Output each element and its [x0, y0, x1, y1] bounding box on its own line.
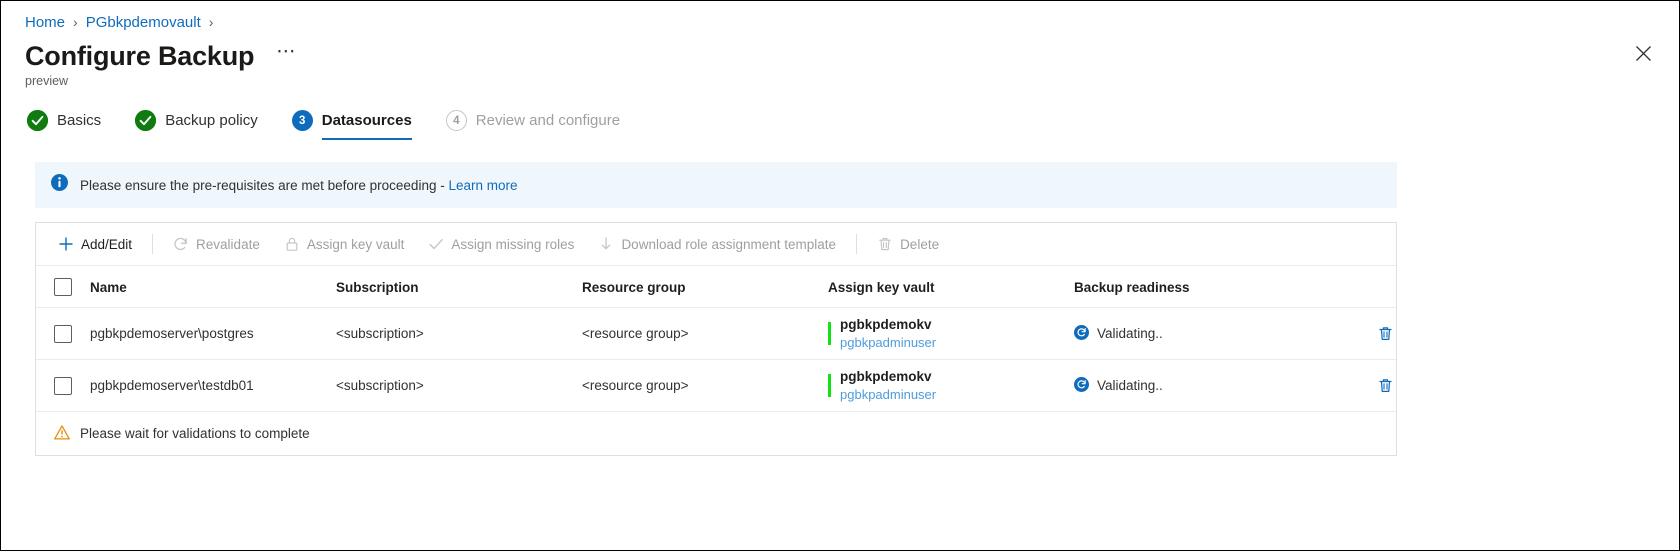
- add-edit-label: Add/Edit: [81, 236, 133, 252]
- key-vault-name: pgbkpdemokv: [840, 316, 932, 332]
- column-header-actions: [1324, 266, 1396, 308]
- validation-warning: Please wait for validations to complete: [36, 412, 1396, 455]
- sync-icon: [1074, 324, 1089, 343]
- cell-subscription: <subscription>: [336, 307, 582, 360]
- cell-assign-key-vault: pgbkpdemokv pgbkpadminuser: [828, 359, 1074, 412]
- column-header-resource-group[interactable]: Resource group: [582, 266, 828, 308]
- check-circle-icon: [27, 110, 48, 131]
- readiness-label: Validating..: [1097, 326, 1163, 341]
- add-edit-button[interactable]: Add/Edit: [46, 228, 144, 260]
- title-row: Configure Backup ⋯: [1, 33, 1679, 73]
- key-vault-status-accent: [828, 373, 831, 398]
- download-role-assignment-template-button[interactable]: Download role assignment template: [586, 228, 848, 260]
- download-role-assignment-template-label: Download role assignment template: [621, 236, 837, 252]
- revalidate-button[interactable]: Revalidate: [161, 228, 272, 260]
- close-button[interactable]: [1629, 39, 1657, 67]
- step-number-badge-4: 4: [445, 110, 467, 131]
- delete-button[interactable]: Delete: [865, 228, 951, 260]
- wizard-stepper: Basics Backup policy 3 Datasources 4 Rev…: [1, 88, 1679, 140]
- info-banner: Please ensure the pre-requisites are met…: [35, 162, 1397, 208]
- readiness-status: Validating..: [1074, 376, 1324, 395]
- row-checkbox[interactable]: [54, 376, 72, 395]
- step-review-and-configure[interactable]: 4 Review and configure: [445, 110, 642, 140]
- step-datasources[interactable]: 3 Datasources: [291, 110, 434, 140]
- command-separator: [152, 234, 154, 254]
- assign-missing-roles-label: Assign missing roles: [451, 236, 575, 252]
- cell-backup-readiness: Validating..: [1074, 359, 1324, 412]
- cell-backup-readiness: Validating..: [1074, 307, 1324, 360]
- check-circle-icon-2: [135, 110, 157, 131]
- breadcrumb-separator-icon: ›: [73, 14, 78, 30]
- lock-icon: [284, 236, 300, 252]
- column-header-assign-key-vault[interactable]: Assign key vault: [828, 266, 1074, 308]
- breadcrumb-separator-icon-2: ›: [208, 14, 214, 30]
- column-header-backup-readiness[interactable]: Backup readiness: [1074, 266, 1324, 308]
- table-row: pgbkpdemoserver\testdb01 <subscription> …: [36, 359, 1396, 412]
- table-row: pgbkpdemoserver\postgres <subscription> …: [36, 307, 1396, 360]
- learn-more-link[interactable]: Learn more: [448, 178, 517, 193]
- sync-icon: [1074, 376, 1089, 395]
- assign-key-vault-label: Assign key vault: [306, 236, 405, 252]
- select-all-checkbox[interactable]: [54, 278, 72, 296]
- step-backup-policy[interactable]: Backup policy: [135, 110, 280, 140]
- plus-icon: [58, 236, 74, 252]
- datasources-table: Name Subscription Resource group Assign …: [36, 266, 1396, 412]
- row-select-cell: [36, 307, 90, 360]
- key-vault-block: pgbkpdemokv pgbkpadminuser: [828, 368, 1074, 404]
- page-subtitle: preview: [25, 74, 69, 88]
- step-basics[interactable]: Basics: [27, 110, 123, 140]
- key-vault-status-accent: [828, 321, 831, 346]
- cell-assign-key-vault: pgbkpdemokv pgbkpadminuser: [828, 307, 1074, 360]
- breadcrumb-item-home[interactable]: Home: [25, 14, 65, 31]
- key-vault-name: pgbkpdemokv: [840, 368, 932, 384]
- cell-name: pgbkpdemoserver\postgres: [90, 307, 336, 360]
- command-bar: Add/Edit Revalidate Assign key vault Ass…: [36, 223, 1396, 266]
- delete-label: Delete: [900, 236, 940, 252]
- table-header-row: Name Subscription Resource group Assign …: [36, 266, 1396, 308]
- trash-icon: [877, 236, 893, 252]
- step-datasources-label: Datasources: [321, 112, 412, 129]
- step-review-label: Review and configure: [475, 112, 621, 129]
- configure-backup-blade: Home › PGbkpdemovault › Configure Backup…: [0, 0, 1680, 551]
- close-icon: [1635, 45, 1652, 62]
- info-icon: [51, 174, 68, 196]
- key-vault-block: pgbkpdemokv pgbkpadminuser: [828, 316, 1074, 352]
- check-icon: [428, 236, 444, 252]
- breadcrumb-item-vault[interactable]: PGbkpdemovault: [86, 14, 201, 31]
- info-banner-text: Please ensure the pre-requisites are met…: [80, 177, 449, 193]
- command-separator-2: [856, 234, 858, 254]
- datasources-panel: Add/Edit Revalidate Assign key vault Ass…: [35, 222, 1397, 456]
- readiness-status: Validating..: [1074, 324, 1324, 343]
- row-checkbox[interactable]: [54, 324, 72, 343]
- row-delete-button[interactable]: [1374, 322, 1396, 344]
- cell-row-actions: [1324, 307, 1396, 360]
- key-vault-user-link[interactable]: pgbkpadminuser: [840, 386, 1074, 404]
- cell-name: pgbkpdemoserver\testdb01: [90, 359, 336, 412]
- readiness-label: Validating..: [1097, 378, 1163, 393]
- warning-icon: [54, 424, 70, 443]
- step-backup-policy-label: Backup policy: [165, 112, 258, 129]
- assign-missing-roles-button[interactable]: Assign missing roles: [416, 228, 586, 260]
- download-icon: [598, 236, 614, 252]
- assign-key-vault-button[interactable]: Assign key vault: [272, 228, 417, 260]
- info-banner-message: Please ensure the pre-requisites are met…: [80, 178, 518, 193]
- row-select-cell: [36, 359, 90, 412]
- breadcrumb: Home › PGbkpdemovault ›: [1, 1, 1679, 33]
- column-header-subscription[interactable]: Subscription: [336, 266, 582, 308]
- revalidate-label: Revalidate: [196, 236, 260, 252]
- key-vault-user-link[interactable]: pgbkpadminuser: [840, 334, 1074, 352]
- cell-row-actions: [1324, 359, 1396, 412]
- cell-subscription: <subscription>: [336, 359, 582, 412]
- more-options-button[interactable]: ⋯: [272, 42, 300, 66]
- step-basics-label: Basics: [57, 112, 102, 129]
- refresh-icon: [173, 236, 189, 252]
- validation-warning-message: Please wait for validations to complete: [80, 426, 310, 441]
- select-all-header: [36, 266, 90, 308]
- page-title: Configure Backup: [25, 41, 255, 71]
- cell-resource-group: <resource group>: [582, 307, 828, 360]
- row-delete-button[interactable]: [1374, 374, 1396, 396]
- cell-resource-group: <resource group>: [582, 359, 828, 412]
- column-header-name[interactable]: Name: [90, 266, 336, 308]
- step-number-badge: 3: [291, 110, 313, 131]
